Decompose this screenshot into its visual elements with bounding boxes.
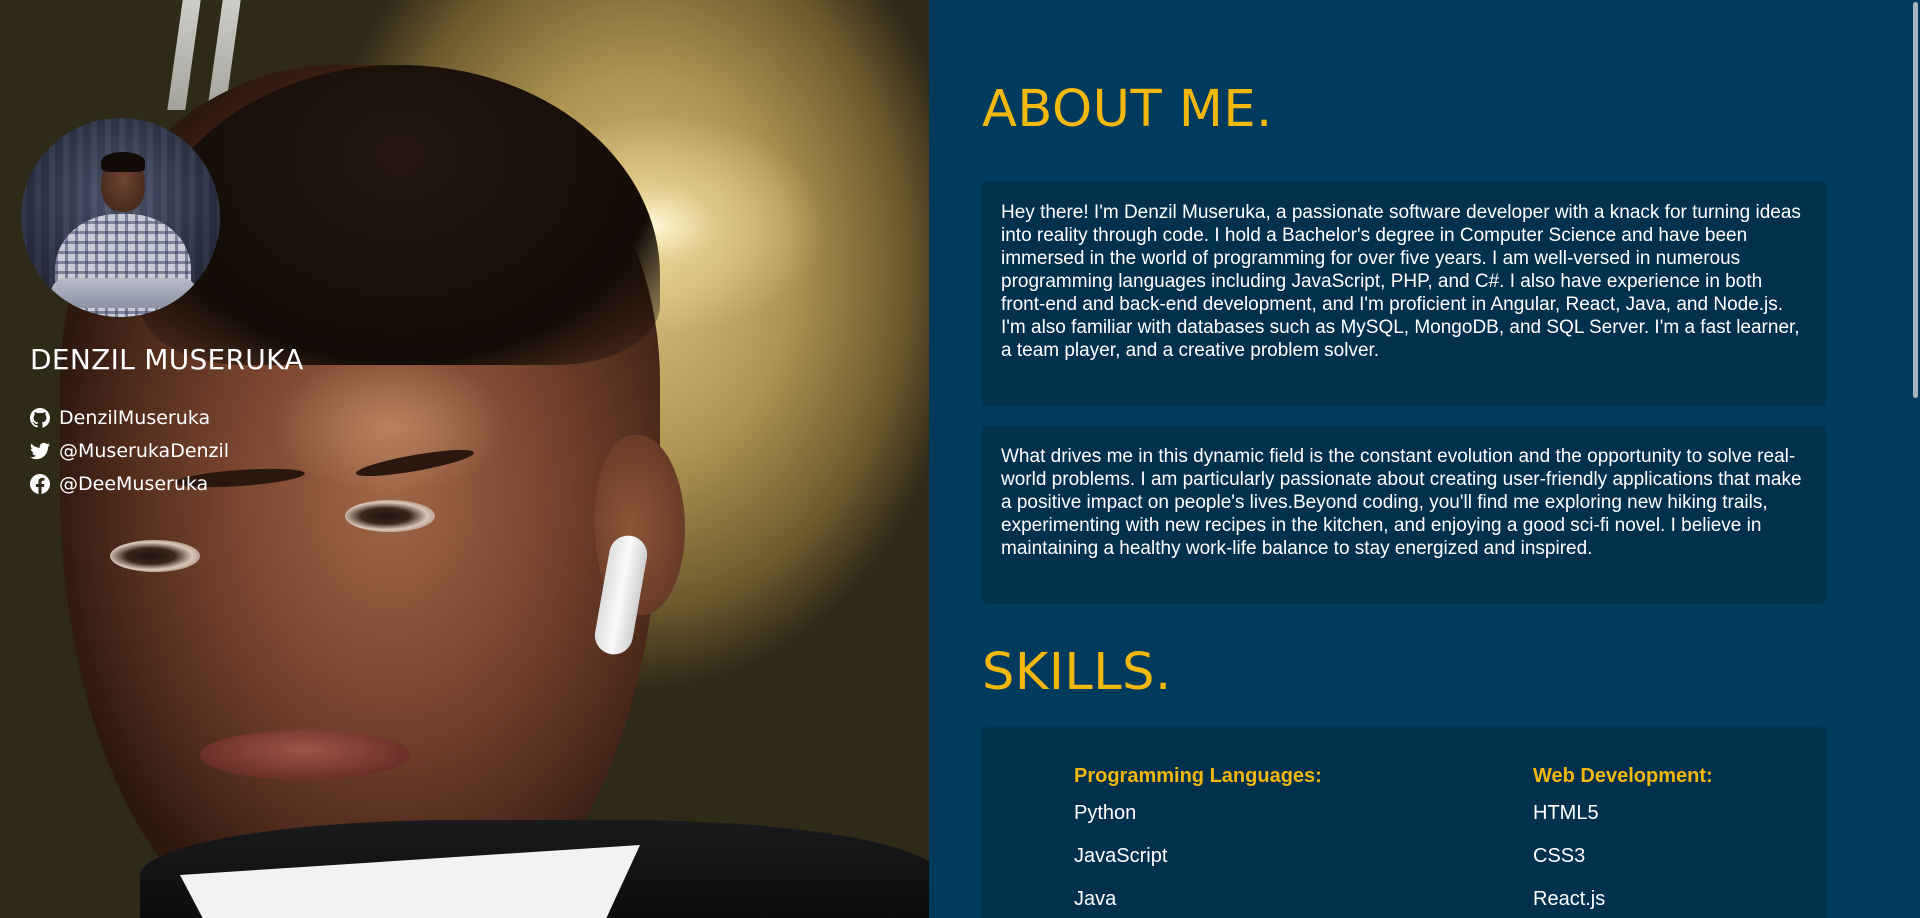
about-card: Hey there! I'm Denzil Museruka, a passio… xyxy=(982,182,1826,406)
facebook-link[interactable]: @DeeMuseruka xyxy=(30,467,229,500)
content-panel: ABOUT ME. Hey there! I'm Denzil Museruka… xyxy=(929,0,1920,918)
facebook-icon xyxy=(30,473,50,494)
github-icon xyxy=(30,407,50,428)
about-paragraph: Hey there! I'm Denzil Museruka, a passio… xyxy=(1001,202,1801,361)
social-links: DenzilMuseruka @MuserukaDenzil @DeeMuser… xyxy=(30,401,229,500)
avatar xyxy=(21,118,220,317)
skill-item: React.js xyxy=(1533,888,1606,910)
twitter-label: @MuserukaDenzil xyxy=(59,439,230,462)
scrollbar-thumb[interactable] xyxy=(1913,2,1918,398)
skills-group-heading: Web Development: xyxy=(1533,765,1713,787)
twitter-link[interactable]: @MuserukaDenzil xyxy=(30,434,229,467)
photo-detail xyxy=(167,0,201,110)
portrait-eye xyxy=(110,540,200,572)
github-link[interactable]: DenzilMuseruka xyxy=(30,401,229,434)
about-card: What drives me in this dynamic field is … xyxy=(982,426,1826,604)
skills-group-web-development: Web Development: HTML5 CSS3 React.js xyxy=(1533,765,1713,918)
skill-item: Java xyxy=(1074,888,1117,910)
skills-list: HTML5 CSS3 React.js xyxy=(1533,802,1713,918)
hero-photo: DENZIL MUSERUKA DenzilMuseruka @Museruka… xyxy=(0,0,929,918)
about-title: ABOUT ME. xyxy=(982,80,1273,139)
skill-item: HTML5 xyxy=(1533,802,1599,824)
skill-item: Python xyxy=(1074,802,1137,824)
page-scrollbar[interactable] xyxy=(1906,0,1920,918)
github-label: DenzilMuseruka xyxy=(59,406,211,429)
profile-name: DENZIL MUSERUKA xyxy=(30,343,304,376)
skills-title: SKILLS. xyxy=(982,643,1172,702)
skills-group-heading: Programming Languages: xyxy=(1074,765,1322,787)
skills-card: Programming Languages: Python JavaScript… xyxy=(982,727,1826,918)
portrait-mouth xyxy=(200,730,410,780)
portrait-eye xyxy=(345,500,435,532)
skill-item: CSS3 xyxy=(1533,845,1586,867)
skill-item: JavaScript xyxy=(1074,845,1168,867)
facebook-label: @DeeMuseruka xyxy=(59,472,209,495)
skills-list: Python JavaScript Java xyxy=(1074,802,1322,918)
about-paragraph: What drives me in this dynamic field is … xyxy=(1001,446,1802,559)
twitter-icon xyxy=(30,441,50,461)
skills-group-programming-languages: Programming Languages: Python JavaScript… xyxy=(1074,765,1322,918)
